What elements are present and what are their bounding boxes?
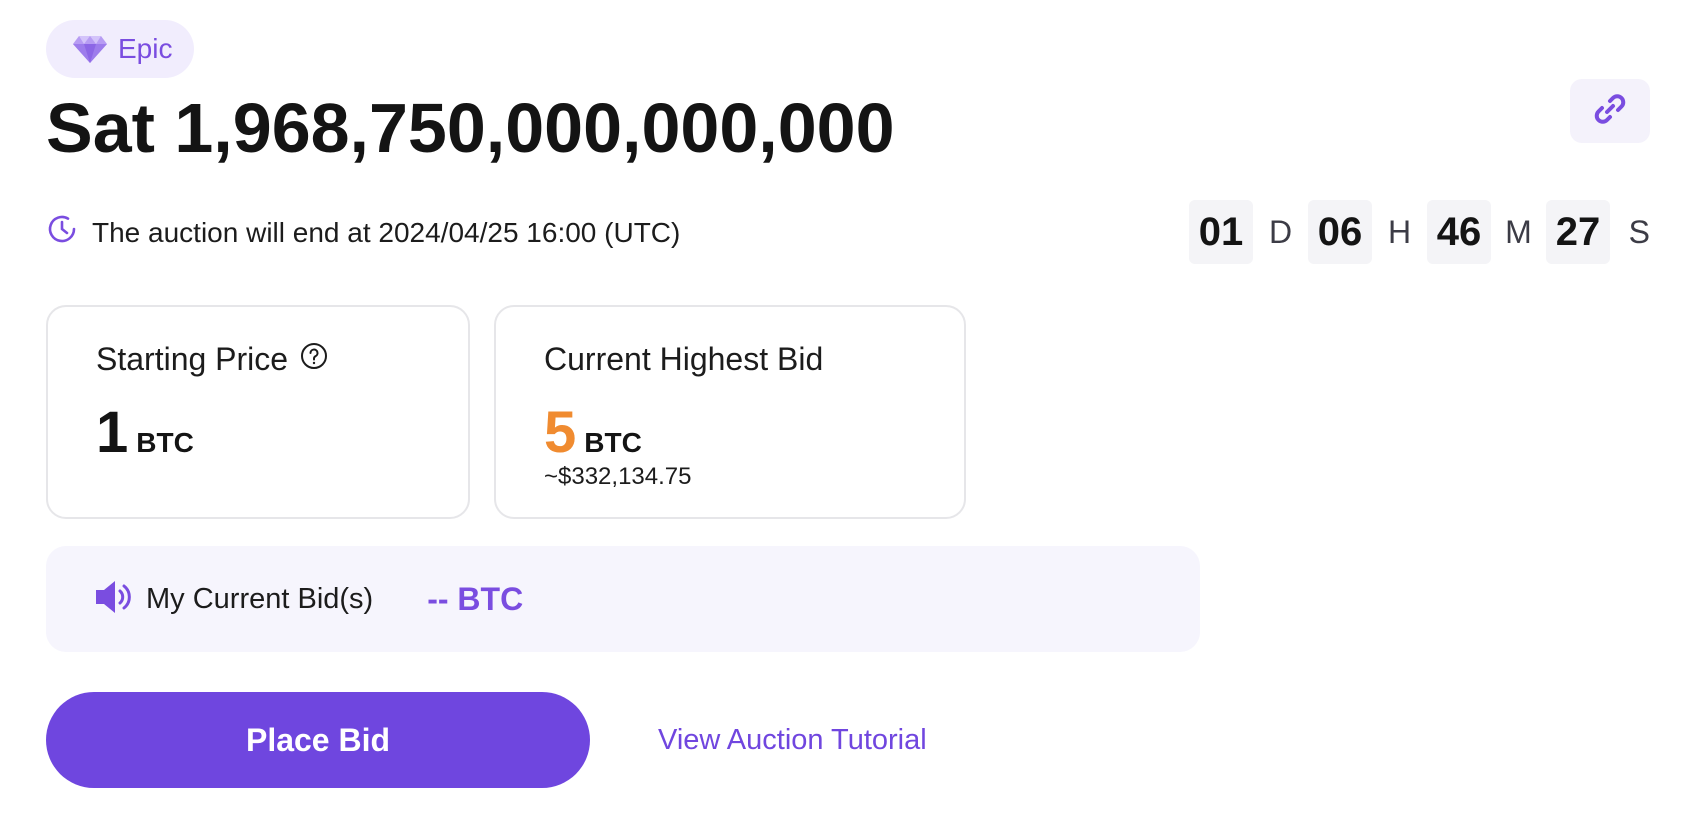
starting-price-value-row: 1 BTC — [96, 399, 194, 466]
auction-end-text: The auction will end at 2024/04/25 16:00… — [92, 216, 681, 248]
countdown-seconds-unit: S — [1628, 213, 1650, 250]
diamond-icon — [72, 34, 108, 64]
place-bid-button[interactable]: Place Bid — [46, 692, 590, 788]
starting-price-card: Starting Price 1 BTC — [46, 305, 470, 519]
page-title: Sat 1,968,750,000,000,000 — [46, 89, 895, 167]
link-icon — [1590, 89, 1630, 134]
starting-price-unit: BTC — [136, 427, 194, 458]
auction-end-info: The auction will end at 2024/04/25 16:00… — [46, 213, 680, 252]
highest-bid-usd: ~$332,134.75 — [544, 463, 692, 490]
countdown-days-unit: D — [1268, 213, 1293, 250]
rarity-label: Epic — [118, 33, 173, 64]
countdown-minutes: 46 — [1427, 200, 1491, 264]
my-bid-value: -- BTC — [427, 580, 524, 617]
highest-bid-value-row: 5 BTC — [544, 399, 642, 466]
copy-link-button[interactable] — [1570, 79, 1650, 143]
countdown-timer: 01 D 06 H 46 M 27 S — [1189, 200, 1650, 264]
countdown-hours-unit: H — [1387, 213, 1412, 250]
countdown-minutes-unit: M — [1505, 213, 1532, 250]
highest-bid-value: 5 — [544, 400, 577, 465]
my-current-bid-panel: My Current Bid(s) -- BTC — [46, 546, 1200, 652]
countdown-seconds: 27 — [1546, 200, 1610, 264]
highest-bid-card: Current Highest Bid 5 BTC ~$332,134.75 — [494, 305, 966, 519]
view-auction-tutorial-link[interactable]: View Auction Tutorial — [658, 724, 927, 757]
countdown-days: 01 — [1189, 200, 1253, 264]
starting-price-value: 1 — [96, 400, 129, 465]
rarity-badge: Epic — [46, 20, 195, 78]
question-circle-icon[interactable] — [300, 341, 328, 378]
starting-price-label: Starting Price — [96, 341, 289, 377]
countdown-hours: 06 — [1308, 200, 1372, 264]
my-bid-label: My Current Bid(s) — [146, 582, 374, 615]
starting-price-header: Starting Price — [96, 341, 328, 378]
clock-icon — [46, 213, 78, 252]
speaker-icon — [94, 579, 134, 620]
highest-bid-unit: BTC — [584, 427, 642, 458]
highest-bid-label: Current Highest Bid — [544, 341, 824, 377]
